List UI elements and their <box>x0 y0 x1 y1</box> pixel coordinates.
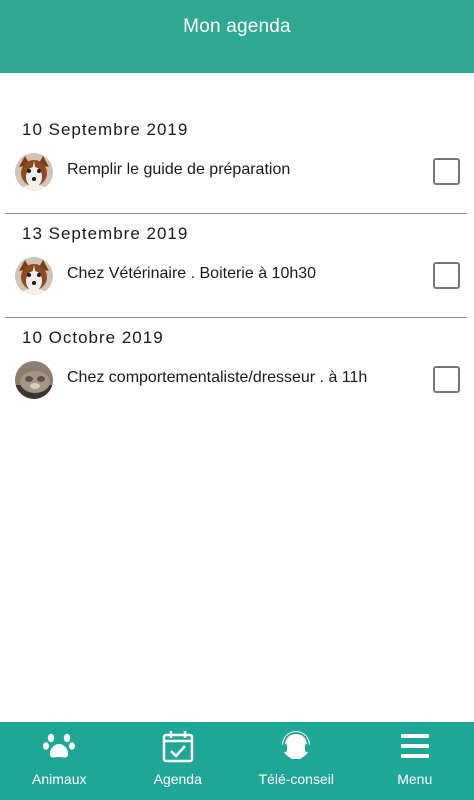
dog-avatar <box>15 153 53 191</box>
task-text: Chez Vétérinaire . Boiterie à 10h30 <box>67 265 317 282</box>
dog-avatar <box>15 257 53 295</box>
nav-teleconseil[interactable]: Télé-conseil <box>237 722 356 800</box>
task-text: Chez comportementaliste/dresseur . à 11h <box>67 369 368 386</box>
task-checkbox[interactable] <box>433 158 460 185</box>
task-row[interactable]: Chez Vétérinaire . Boiterie à 10h30 <box>0 255 474 299</box>
nav-menu[interactable]: Menu <box>356 722 474 800</box>
nav-agenda[interactable]: Agenda <box>119 722 238 800</box>
divider <box>5 317 467 318</box>
nav-label: Menu <box>397 771 433 787</box>
nav-label: Télé-conseil <box>258 771 334 787</box>
paw-icon <box>41 728 77 764</box>
task-checkbox[interactable] <box>433 366 460 393</box>
task-text: Remplir le guide de préparation <box>67 161 291 178</box>
task-row[interactable]: Chez comportementaliste/dresseur . à 11h <box>0 359 474 403</box>
nav-animaux[interactable]: Animaux <box>0 722 119 800</box>
nav-label: Agenda <box>153 771 202 787</box>
section-date: 10 Septembre 2019 <box>22 120 189 139</box>
section-date: 13 Septembre 2019 <box>22 224 189 243</box>
page-title: Mon agenda <box>183 16 291 37</box>
divider <box>5 213 467 214</box>
cat-avatar <box>15 361 53 399</box>
headset-icon <box>278 728 314 764</box>
task-checkbox[interactable] <box>433 262 460 289</box>
hamburger-icon <box>397 728 433 764</box>
bottom-nav: Animaux Agenda Télé-conseil Menu <box>0 722 474 800</box>
nav-label: Animaux <box>32 771 87 787</box>
app-header: Mon agenda <box>0 0 474 73</box>
section-date: 10 Octobre 2019 <box>22 328 164 347</box>
calendar-check-icon <box>160 728 196 764</box>
task-row[interactable]: Remplir le guide de préparation <box>0 151 474 195</box>
